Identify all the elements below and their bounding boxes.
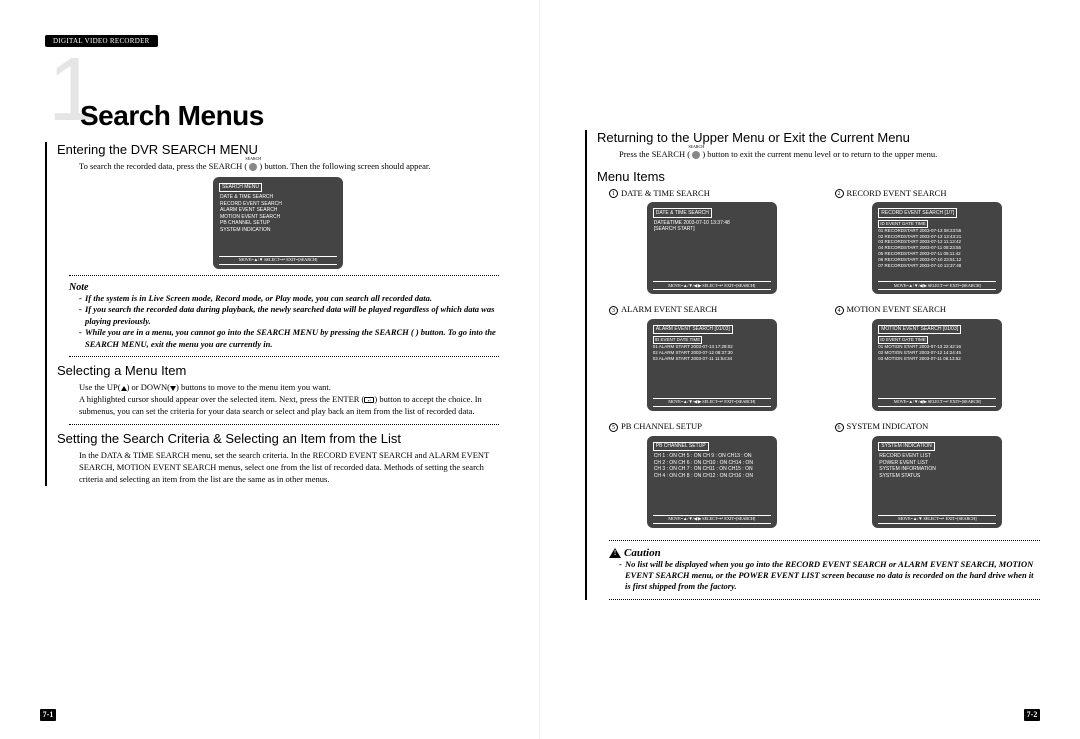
section-title: Setting the Search Criteria & Selecting … <box>57 431 499 446</box>
grid-cell-alarm-event: 3ALARM EVENT SEARCH ALARM EVENT SEARCH [… <box>609 304 815 417</box>
warning-icon <box>609 548 621 558</box>
monitor-alarm-event: ALARM EVENT SEARCH [01/03] ID EVENT DATE… <box>647 319 777 411</box>
monitor-title: SEARCH MENU <box>219 183 262 193</box>
divider <box>69 275 499 276</box>
page-number: 7-2 <box>1024 709 1040 721</box>
section-title: Menu Items <box>597 169 1040 184</box>
divider <box>609 599 1040 600</box>
grid-cell-date-time: 1DATE & TIME SEARCH DATE & TIME SEARCH D… <box>609 188 815 301</box>
page-left: DIGITAL VIDEO RECORDER 1 Search Menus En… <box>0 0 540 739</box>
enter-button-icon: ↵ <box>364 397 374 403</box>
caution-header: Caution <box>609 547 1040 559</box>
section-title: Selecting a Menu Item <box>57 363 499 378</box>
grid-cell-pb-channel: 5PB CHANNEL SETUP PB CHANNEL SETUP CH 1 … <box>609 421 815 534</box>
chapter-title: Search Menus <box>80 100 499 132</box>
page-right: Returning to the Upper Menu or Exit the … <box>540 0 1080 739</box>
body-text: Press the SEARCH ( SEARCH ) button to ex… <box>619 149 1040 161</box>
monitor-footer: MOVE=▲/▼ SELECT=↵ EXIT=[SEARCH] <box>219 256 337 265</box>
search-button-icon <box>249 163 257 171</box>
grid-cell-motion-event: 4MOTION EVENT SEARCH MOTION EVENT SEARCH… <box>835 304 1041 417</box>
monitor-date-time: DATE & TIME SEARCH DATE&TIME 2003-07-10 … <box>647 202 777 294</box>
search-button-icon <box>692 151 700 159</box>
divider <box>609 540 1040 541</box>
grid-cell-record-event: 2RECORD EVENT SEARCH RECORD EVENT SEARCH… <box>835 188 1041 301</box>
monitor-system-indication: SYSTEM INDICATION RECORD EVENT LIST POWE… <box>872 436 1002 528</box>
monitor-record-event: RECORD EVENT SEARCH [1/7] ID EVENT DATE … <box>872 202 1002 294</box>
monitor-motion-event: MOTION EVENT SEARCH [01/03] ID EVENT DAT… <box>872 319 1002 411</box>
search-label: SEARCH <box>243 156 263 162</box>
note-list: If the system is in Live Screen mode, Re… <box>79 293 499 350</box>
body-text: Use the UP() or DOWN() buttons to move t… <box>79 382 499 418</box>
body-text: In the DATA & TIME SEARCH menu, set the … <box>79 450 499 486</box>
section-returning: Returning to the Upper Menu or Exit the … <box>585 130 1040 600</box>
section-entering: Entering the DVR SEARCH MENU To search t… <box>45 142 499 486</box>
section-title: Returning to the Upper Menu or Exit the … <box>597 130 1040 145</box>
monitor-search-menu: SEARCH MENU DATE & TIME SEARCH RECORD EV… <box>213 177 343 269</box>
divider <box>69 356 499 357</box>
monitor-pb-channel: PB CHANNEL SETUP CH 1 : ON CH 5 : ON CH … <box>647 436 777 528</box>
search-label: SEARCH <box>686 144 706 150</box>
grid-cell-system-indication: 6SYSTEM INDICATON SYSTEM INDICATION RECO… <box>835 421 1041 534</box>
note-header: Note <box>69 282 499 293</box>
caution-body: No list will be displayed when you go in… <box>619 559 1040 593</box>
body-text: To search the recorded data, press the S… <box>79 161 499 173</box>
page-number: 7-1 <box>40 709 56 721</box>
menu-items-grid: 1DATE & TIME SEARCH DATE & TIME SEARCH D… <box>609 188 1040 534</box>
divider <box>69 424 499 425</box>
section-title: Entering the DVR SEARCH MENU <box>57 142 499 157</box>
